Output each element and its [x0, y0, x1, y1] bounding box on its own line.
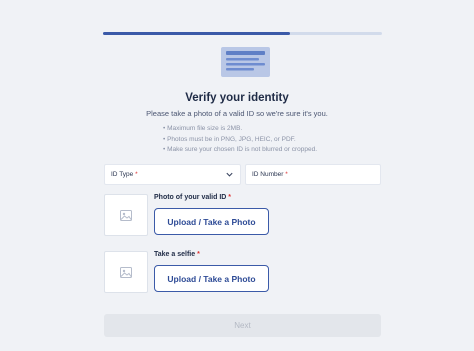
requirement-item: Photos must be in PNG, JPG, HEIC, or PDF…	[163, 135, 317, 146]
page-subtitle: Please take a photo of a valid ID so we'…	[146, 109, 328, 118]
selfie-preview	[104, 251, 148, 293]
required-mark: *	[135, 171, 138, 178]
selfie-label-text: Take a selfie	[154, 251, 196, 258]
id-number-field[interactable]: ID Number *	[245, 164, 381, 185]
page-title: Verify your identity	[185, 92, 289, 104]
id-photo-label-text: Photo of your valid ID	[154, 194, 227, 201]
required-mark: *	[228, 194, 232, 201]
id-card-icon	[221, 47, 270, 77]
id-type-select[interactable]: ID Type *	[104, 164, 241, 185]
requirements-list: Maximum file size is 2MB. Photos must be…	[163, 124, 317, 156]
requirement-item: Maximum file size is 2MB.	[163, 124, 317, 135]
upload-selfie-button[interactable]: Upload / Take a Photo	[154, 265, 269, 292]
progress-bar	[103, 32, 382, 35]
upload-id-photo-button[interactable]: Upload / Take a Photo	[154, 208, 269, 235]
progress-bar-fill	[103, 32, 290, 35]
image-placeholder-icon	[120, 266, 132, 278]
chevron-down-icon	[226, 172, 233, 177]
id-photo-label: Photo of your valid ID *	[154, 194, 231, 201]
id-type-label: ID Type	[111, 171, 134, 178]
selfie-label: Take a selfie *	[154, 251, 200, 258]
image-placeholder-icon	[120, 209, 132, 221]
id-number-label: ID Number	[252, 171, 284, 178]
requirement-item: Make sure your chosen ID is not blurred …	[163, 145, 317, 156]
next-button[interactable]: Next	[104, 314, 381, 337]
required-mark: *	[197, 251, 200, 258]
id-photo-preview	[104, 194, 148, 236]
required-mark: *	[285, 171, 288, 178]
